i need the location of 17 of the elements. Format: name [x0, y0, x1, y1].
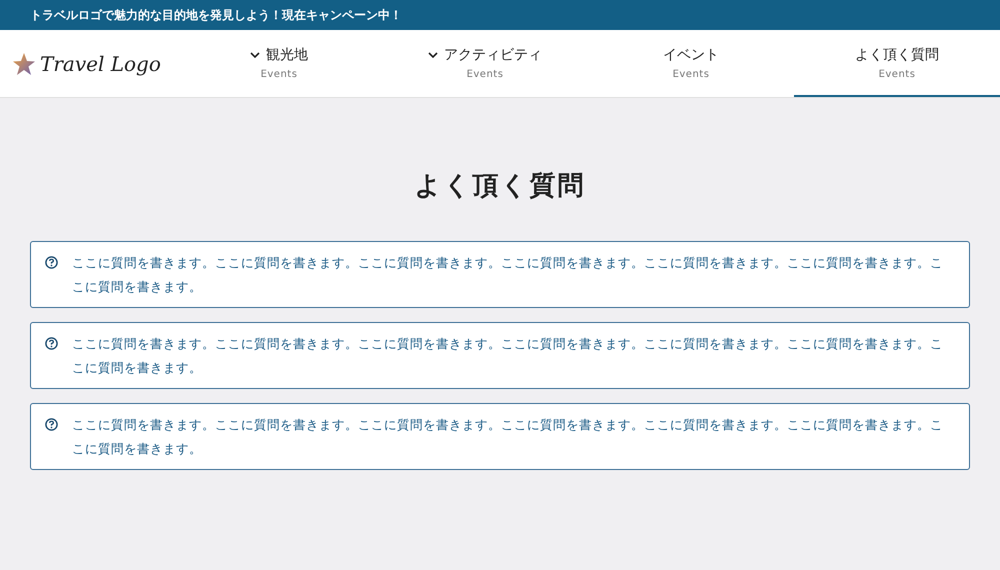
nav-tab[interactable]: イベント Events	[588, 30, 794, 97]
nav-tab[interactable]: よく頂く質問 Events	[794, 30, 1000, 97]
faq-question: ここに質問を書きます。ここに質問を書きます。ここに質問を書きます。ここに質問を書きます。ここに質問を書きます。ここに質問を書きます。ここに質問を書きます。	[72, 254, 944, 296]
faq-card[interactable]: ここに質問を書きます。ここに質問を書きます。ここに質問を書きます。ここに質問を書きます。ここに質問を書きます。ここに質問を書きます。ここに質問を書きます。	[30, 322, 970, 389]
faq-question: ここに質問を書きます。ここに質問を書きます。ここに質問を書きます。ここに質問を書きます。ここに質問を書きます。ここに質問を書きます。ここに質問を書きます。	[72, 416, 944, 458]
nav-tab[interactable]: アクティビティ Events	[382, 30, 588, 97]
question-icon	[45, 418, 58, 431]
faq-card[interactable]: ここに質問を書きます。ここに質問を書きます。ここに質問を書きます。ここに質問を書きます。ここに質問を書きます。ここに質問を書きます。ここに質問を書きます。	[30, 403, 970, 470]
faq-card[interactable]: ここに質問を書きます。ここに質問を書きます。ここに質問を書きます。ここに質問を書きます。ここに質問を書きます。ここに質問を書きます。ここに質問を書きます。	[30, 241, 970, 308]
starfish-icon	[12, 52, 36, 76]
faq-question: ここに質問を書きます。ここに質問を書きます。ここに質問を書きます。ここに質問を書きます。ここに質問を書きます。ここに質問を書きます。ここに質問を書きます。	[72, 335, 944, 377]
logo-text[interactable]: Travel Logo	[40, 52, 161, 76]
page-title: よく頂く質問	[414, 170, 586, 203]
question-icon	[45, 256, 58, 269]
question-icon	[45, 337, 58, 350]
nav-tab[interactable]: 観光地 Events	[176, 30, 382, 97]
announcement-text: トラベルロゴで魅力的な目的地を発見しよう！現在キャンペーン中！	[30, 6, 402, 24]
